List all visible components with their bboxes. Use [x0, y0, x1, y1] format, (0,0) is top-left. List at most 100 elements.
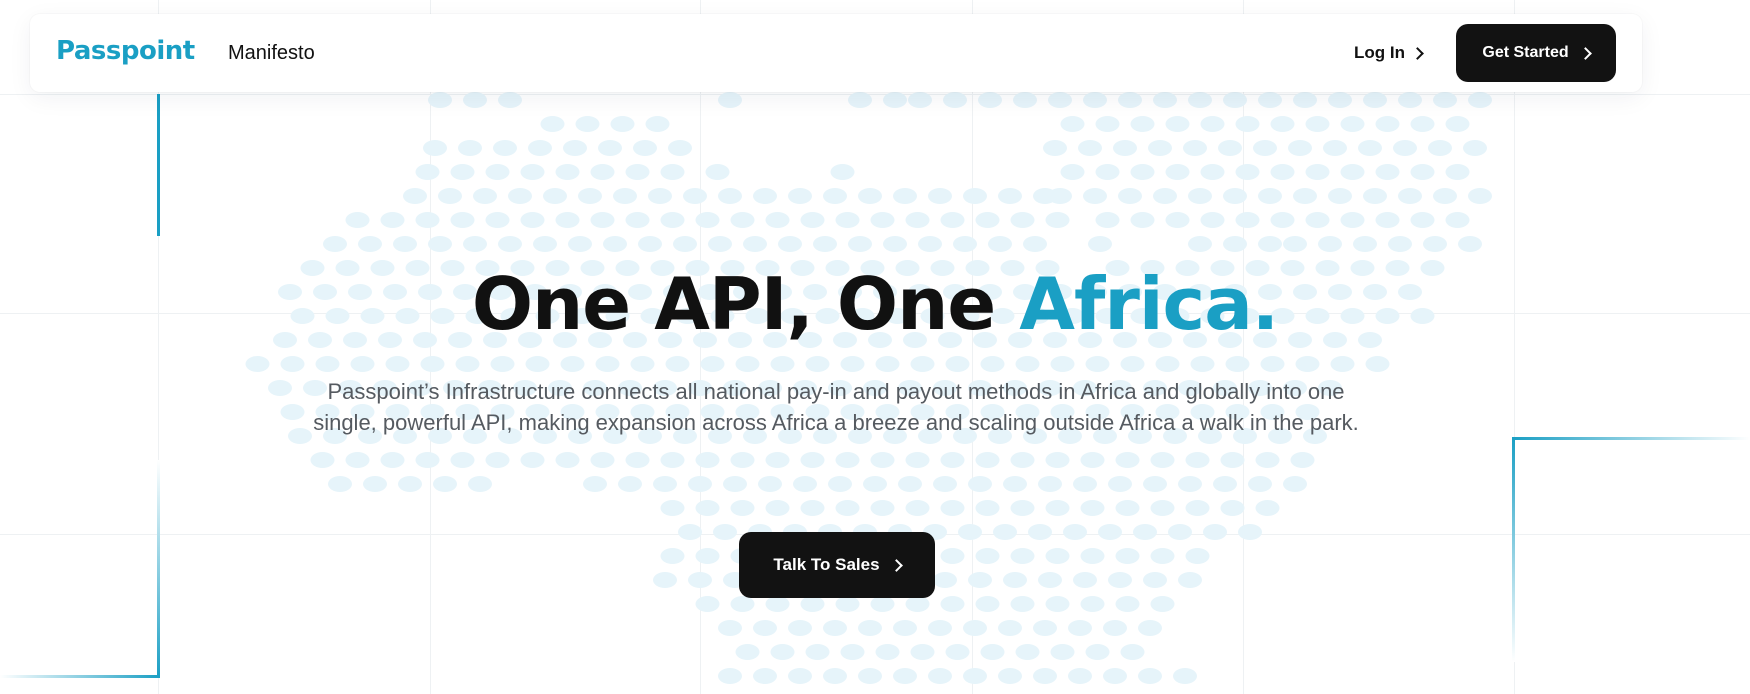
map-dot [963, 668, 987, 684]
passpoint-logo[interactable]: Passpoint [56, 36, 195, 66]
map-dot [1328, 92, 1352, 108]
map-dot [1080, 452, 1105, 468]
talk-to-sales-button[interactable]: Talk To Sales [739, 532, 935, 598]
map-dot [1048, 188, 1072, 204]
map-dot [328, 476, 352, 492]
map-dot [1185, 548, 1210, 564]
map-dot [788, 620, 812, 636]
map-dot [1103, 620, 1127, 636]
map-dot [560, 356, 585, 372]
map-dot [458, 140, 482, 156]
map-dot [1023, 236, 1047, 252]
map-dot [590, 164, 615, 180]
map-dot [1235, 212, 1260, 228]
map-dot [1445, 212, 1470, 228]
map-dot [1138, 668, 1162, 684]
map-dot [625, 164, 650, 180]
login-link[interactable]: Log In [1354, 43, 1424, 63]
map-dot [1423, 236, 1447, 252]
map-dot [598, 140, 622, 156]
map-dot [830, 164, 855, 180]
map-dot [385, 356, 410, 372]
map-dot [1168, 524, 1192, 540]
nav-link-manifesto[interactable]: Manifesto [228, 42, 315, 65]
map-dot [963, 188, 987, 204]
map-dot [968, 476, 992, 492]
hero-title-main: One API, One [471, 262, 1020, 346]
map-dot [835, 500, 860, 516]
map-dot [1270, 212, 1295, 228]
map-dot [1038, 572, 1062, 588]
map-dot [490, 356, 515, 372]
map-dot [653, 476, 677, 492]
map-dot [450, 164, 475, 180]
map-dot [1010, 452, 1035, 468]
map-dot [415, 452, 440, 468]
map-dot [953, 236, 977, 252]
map-dot [933, 572, 957, 588]
map-dot [723, 476, 747, 492]
map-dot [633, 140, 657, 156]
map-dot [858, 188, 882, 204]
map-dot [595, 356, 620, 372]
map-dot [485, 452, 510, 468]
map-dot [835, 596, 860, 612]
map-dot [1330, 356, 1355, 372]
map-dot [705, 164, 730, 180]
map-dot [455, 356, 480, 372]
get-started-button[interactable]: Get Started [1456, 24, 1616, 82]
map-dot [1050, 356, 1075, 372]
map-dot [1148, 140, 1172, 156]
map-dot [393, 236, 417, 252]
map-dot [905, 596, 930, 612]
map-dot [765, 452, 790, 468]
map-dot [940, 452, 965, 468]
map-dot [883, 92, 907, 108]
map-dot [683, 188, 707, 204]
map-dot [1225, 356, 1250, 372]
map-dot [1028, 524, 1052, 540]
map-dot [428, 92, 452, 108]
map-dot [660, 164, 685, 180]
map-dot [1468, 188, 1492, 204]
map-dot [940, 500, 965, 516]
map-dot [1130, 116, 1155, 132]
map-dot [1188, 92, 1212, 108]
map-dot [993, 524, 1017, 540]
map-dot [1038, 476, 1062, 492]
map-dot [520, 452, 545, 468]
map-dot [1120, 644, 1145, 660]
map-dot [638, 236, 662, 252]
map-dot [1185, 500, 1210, 516]
map-dot [998, 668, 1022, 684]
map-dot [525, 356, 550, 372]
map-dot [485, 164, 510, 180]
map-dot [688, 476, 712, 492]
map-dot [485, 212, 510, 228]
map-dot [1295, 356, 1320, 372]
map-dot [1133, 524, 1157, 540]
map-dot [963, 620, 987, 636]
login-label: Log In [1354, 43, 1405, 62]
map-dot [420, 356, 445, 372]
map-dot [905, 500, 930, 516]
map-dot [613, 188, 637, 204]
map-dot [1113, 140, 1137, 156]
map-dot [730, 500, 755, 516]
map-dot [1445, 164, 1470, 180]
map-dot [998, 188, 1022, 204]
map-dot [1305, 212, 1330, 228]
map-dot [1108, 476, 1132, 492]
map-dot [1463, 140, 1487, 156]
map-dot [350, 356, 375, 372]
map-dot [380, 452, 405, 468]
map-dot [363, 476, 387, 492]
map-dot [1258, 92, 1282, 108]
map-dot [1130, 164, 1155, 180]
map-dot [1363, 188, 1387, 204]
map-dot [1153, 188, 1177, 204]
map-dot [975, 596, 1000, 612]
map-dot [793, 476, 817, 492]
map-dot [805, 644, 830, 660]
map-dot [1375, 212, 1400, 228]
